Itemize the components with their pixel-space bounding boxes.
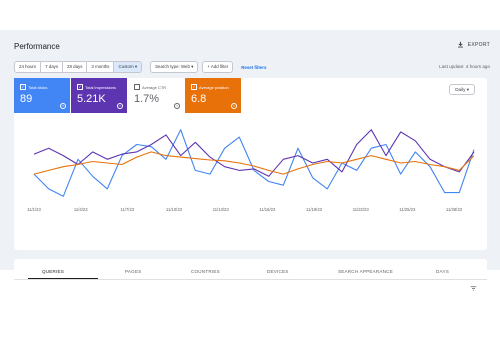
x-tick-label: 11/7/23 (120, 207, 134, 212)
tab-queries[interactable]: QUERIES (42, 269, 64, 274)
filter-bar: 24 hours 7 days 28 days 3 months Custom … (14, 61, 266, 73)
download-icon (457, 41, 463, 48)
search-type-label: Search type: Web (155, 64, 190, 69)
reset-filters-link[interactable]: Reset filters (241, 65, 266, 70)
report-tabs: QUERIES PAGES COUNTRIES DEVICES SEARCH A… (14, 259, 487, 300)
add-filter-button[interactable]: + Add filter (202, 61, 234, 73)
x-tick-label: 11/19/23 (306, 207, 323, 212)
series-line-total-impressions (33, 129, 475, 177)
performance-line-chart: 11/1/23 11/4/23 11/7/23 11/10/23 11/13/23 11/… (27, 129, 475, 212)
plus-icon: + (207, 64, 210, 69)
tab-days[interactable]: DAYS (436, 269, 449, 274)
page-title: Performance (14, 42, 60, 51)
search-type-filter[interactable]: Search type: Web ▾ (150, 61, 199, 73)
date-range-24h[interactable]: 24 hours (15, 62, 42, 72)
x-tick-label: 11/1/23 (27, 207, 41, 212)
tab-pages[interactable]: PAGES (125, 269, 142, 274)
date-range-custom[interactable]: Custom ▾ (114, 62, 142, 72)
x-tick-label: 11/22/23 (353, 207, 370, 212)
x-tick-label: 11/25/23 (399, 207, 416, 212)
top-bar (0, 0, 500, 30)
date-range-3m[interactable]: 3 months (87, 62, 115, 72)
tab-countries[interactable]: COUNTRIES (191, 269, 220, 274)
date-range-28d[interactable]: 28 days (63, 62, 88, 72)
series-line-total-clicks (33, 129, 475, 197)
search-console-performance: Performance EXPORT 24 hours 7 days 28 da… (0, 0, 500, 350)
x-tick-label: 11/16/23 (259, 207, 276, 212)
chevron-down-icon: ▾ (134, 64, 138, 69)
x-tick-label: 11/13/23 (213, 207, 230, 212)
chevron-down-icon: ▾ (191, 64, 194, 69)
chart-card: ✓ Total clicks 89 ? ✓ Total impressions 5.… (14, 78, 487, 250)
performance-panel: Performance EXPORT 24 hours 7 days 28 da… (0, 30, 500, 300)
x-tick-label: 11/10/23 (166, 207, 183, 212)
tabs-divider (14, 279, 487, 280)
tab-devices[interactable]: DEVICES (267, 269, 289, 274)
x-tick-label: 11/28/23 (446, 207, 463, 212)
tab-search-appearance[interactable]: SEARCH APPEARANCE (338, 269, 393, 274)
x-tick-label: 11/4/23 (74, 207, 88, 212)
add-filter-label: Add filter (210, 64, 229, 69)
export-label: EXPORT (467, 41, 490, 48)
date-range-selector: 24 hours 7 days 28 days 3 months Custom … (14, 61, 143, 73)
last-update-text: Last update: 4 hours ago (439, 64, 490, 69)
date-range-custom-label: Custom (118, 64, 134, 69)
export-button[interactable]: EXPORT (457, 41, 490, 48)
date-range-7d[interactable]: 7 days (41, 62, 64, 72)
filter-icon[interactable] (470, 286, 477, 291)
